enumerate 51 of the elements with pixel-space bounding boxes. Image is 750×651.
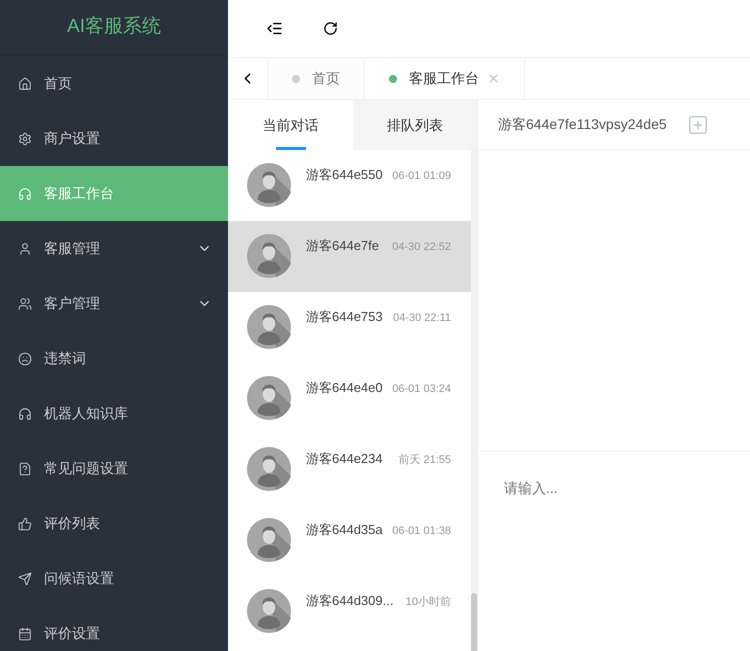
question-file-icon [18, 462, 32, 476]
headset-icon [18, 406, 32, 420]
menu-item[interactable]: 机器人知识库 [0, 386, 228, 441]
message-time: 10小时前 [406, 595, 451, 610]
avatar-icon [247, 518, 291, 562]
conversation-tab[interactable]: 当前对话 [228, 100, 352, 150]
gear-icon [18, 132, 32, 146]
menu-item[interactable]: 问候语设置 [0, 551, 228, 606]
logo-text: AI客服系统 [67, 15, 161, 40]
message-time: 06-01 03:24 [392, 382, 451, 397]
avatar-icon [247, 376, 291, 420]
menu-item[interactable]: 客服管理 [0, 221, 228, 276]
home-icon [18, 76, 32, 90]
avatar-icon [247, 447, 291, 491]
message-time: 06-01 01:38 [392, 524, 451, 539]
visitor-name: 游客644e234 [306, 450, 383, 468]
visitor-name: 游客644e7fe [306, 237, 379, 255]
tab-label: 首页 [312, 69, 340, 88]
avatar-icon [247, 163, 291, 207]
visitor-name: 游客644e4e0 [306, 379, 383, 397]
users-icon [18, 296, 32, 310]
refresh-icon[interactable] [323, 21, 338, 36]
tab-label: 客服工作台 [409, 69, 479, 88]
message-time: 04-30 22:11 [393, 311, 451, 326]
collapse-menu-icon[interactable] [266, 20, 283, 37]
headset-icon [18, 186, 32, 200]
message-time: 06-01 01:09 [392, 169, 451, 184]
menu-item[interactable]: 评价设置 [0, 606, 228, 651]
chat-title: 游客644e7fe113vpsy24de5 [498, 115, 667, 134]
visitor-name: 游客644e753 [306, 308, 383, 326]
menu-item[interactable]: 违禁词 [0, 331, 228, 386]
menu-item[interactable]: 客户管理 [0, 276, 228, 331]
send-icon [18, 572, 32, 586]
message-input[interactable]: 请输入... [478, 452, 750, 651]
user-icon [18, 242, 32, 256]
menu-item[interactable]: 常见问题设置 [0, 441, 228, 496]
message-time: 前天 21:55 [398, 453, 451, 468]
menu-item[interactable]: 商户设置 [0, 111, 228, 166]
avatar-icon [247, 305, 291, 349]
avatar-icon [247, 234, 291, 278]
avatar-icon [247, 589, 291, 633]
calendar-icon [18, 626, 32, 640]
conversation-item[interactable]: 游客644e7fe 04-30 22:52 [228, 221, 471, 292]
menu-item[interactable]: 评价列表 [0, 496, 228, 551]
thumbs-up-icon [18, 516, 32, 530]
message-time: 04-30 22:52 [392, 240, 451, 255]
menu-item[interactable]: 首页 [0, 56, 228, 111]
visitor-name: 游客644e550 [306, 166, 383, 184]
visitor-name: 游客644d309... [306, 592, 394, 610]
visitor-name: 游客644d35a [306, 521, 383, 539]
frown-icon [18, 352, 32, 366]
